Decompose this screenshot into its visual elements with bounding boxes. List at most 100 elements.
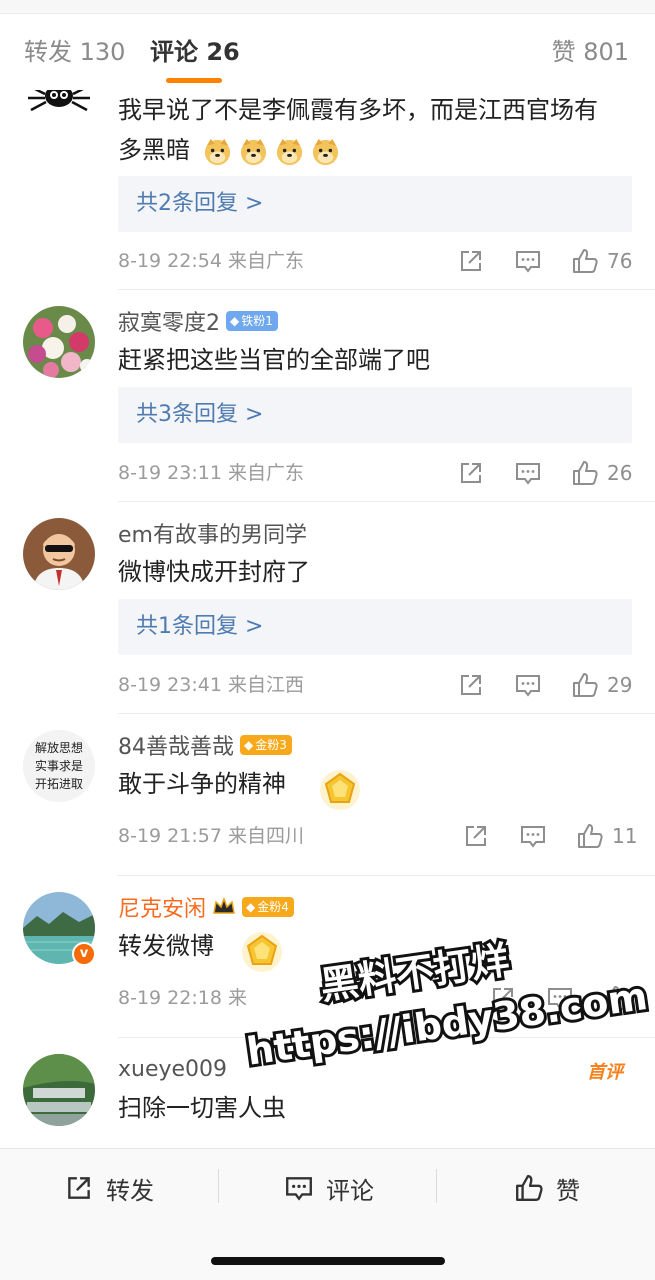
comment-text-tail: 多黑暗 (118, 136, 190, 164)
reply-thread-link[interactable]: 共1条回复 > (118, 599, 632, 655)
reply-button[interactable] (514, 671, 542, 699)
comment-header: em有故事的男同学 (118, 518, 307, 548)
like-count: 11 (612, 824, 638, 848)
avatar[interactable] (23, 1054, 95, 1126)
separator (218, 1169, 219, 1203)
like-count: 76 (607, 249, 633, 273)
comment-feed[interactable]: 我早说了不是李佩霞有多坏，而是江西官场有 多黑暗 共2条回复 > 8-19 22… (0, 90, 655, 1148)
thumbs-up-icon (578, 824, 603, 848)
doge-emoji-icon (204, 138, 230, 165)
username[interactable]: 尼克安闲 (118, 891, 206, 923)
tab-like[interactable]: 赞 801 (552, 36, 629, 68)
comment-meta: 8-19 21:57 来自四川 (118, 825, 304, 847)
flowers-avatar-icon (23, 306, 95, 378)
status-strip (0, 0, 655, 14)
reply-button[interactable] (519, 822, 547, 850)
comment-text: 扫除一切害人虫 (118, 1094, 286, 1122)
fan-badge: ◆ 金粉3 (240, 735, 292, 755)
avatar[interactable] (23, 306, 95, 378)
reply-thread-link[interactable]: 共2条回复 > (118, 176, 632, 232)
gem-sticker-icon (242, 932, 282, 972)
comment-icon (548, 988, 572, 1010)
comment-meta: 8-19 22:18 来 (118, 987, 247, 1009)
diamond-icon: ◆ (230, 314, 240, 328)
reply-thread-link[interactable]: 共3条回复 > (118, 387, 632, 443)
username[interactable]: 84善哉善哉 (118, 729, 234, 761)
like-button[interactable] (602, 984, 638, 1012)
doge-emoji-icon (276, 138, 302, 165)
comment-text: 我早说了不是李佩霞有多坏，而是江西官场有 (118, 96, 598, 124)
comment-icon (286, 1177, 312, 1201)
username[interactable]: xueye009 (118, 1057, 227, 1082)
share-icon (461, 463, 481, 483)
avatar[interactable] (23, 90, 95, 126)
doge-emoji-icon (312, 138, 338, 165)
share-button[interactable] (457, 459, 485, 487)
tab-repost[interactable]: 转发 130 (24, 36, 125, 68)
comment-icon (516, 675, 540, 697)
bottom-comment-label: 评论 (326, 1176, 374, 1205)
share-icon (493, 988, 513, 1008)
comment-text: 微博快成开封府了 (118, 558, 310, 586)
emoji-group (202, 136, 341, 167)
share-icon (461, 251, 481, 271)
bottom-like-label: 赞 (556, 1176, 580, 1205)
reply-button[interactable] (514, 247, 542, 275)
diamond-icon: ◆ (246, 900, 256, 914)
share-icon (461, 675, 481, 695)
reply-button[interactable] (514, 459, 542, 487)
home-indicator[interactable] (211, 1257, 445, 1265)
fan-badge-label: 金粉3 (255, 738, 287, 752)
avatar-text-line3: 开拓进取 (35, 777, 83, 791)
username[interactable]: em有故事的男同学 (118, 517, 307, 549)
diamond-icon: ◆ (244, 738, 254, 752)
like-button[interactable]: 76 (571, 247, 632, 275)
comment-text-line2: 多黑暗 (118, 130, 341, 170)
tab-bar: 转发 130 评论 26 赞 801 (0, 14, 655, 90)
gem-sticker-icon (320, 770, 360, 810)
divider (118, 289, 655, 290)
active-tab-indicator (166, 78, 222, 83)
bottom-comment-button[interactable]: 评论 (284, 1171, 374, 1205)
comment-header: 尼克安闲 ◆ 金粉4 (118, 892, 294, 922)
bottom-like-button[interactable]: 赞 (514, 1171, 580, 1205)
doge-emoji-icon (240, 138, 266, 165)
like-button[interactable]: 29 (571, 671, 632, 699)
comment-icon (516, 463, 540, 485)
calligraphy-avatar-icon: 解放思想 实事求是 开拓进取 (23, 730, 95, 802)
comment-meta: 8-19 23:11 来自广东 (118, 462, 304, 484)
username[interactable]: 寂寞零度2 (118, 305, 220, 337)
separator (436, 1169, 437, 1203)
like-button[interactable]: 11 (576, 822, 637, 850)
avatar-text-line1: 解放思想 (35, 740, 83, 755)
bottom-repost-button[interactable]: 转发 (64, 1171, 154, 1205)
share-icon (68, 1177, 90, 1199)
fan-badge: ◆ 金粉4 (242, 897, 294, 917)
comment-meta: 8-19 22:54 来自广东 (118, 250, 304, 272)
tab-comment[interactable]: 评论 26 (150, 36, 240, 68)
reply-button[interactable] (546, 984, 574, 1012)
cartoon-man-avatar-icon (23, 518, 95, 590)
comment-icon (521, 826, 545, 848)
avatar[interactable] (23, 518, 95, 590)
comment-icon (516, 251, 540, 273)
comment-text: 赶紧把这些当官的全部端了吧 (118, 346, 430, 374)
bottom-repost-label: 转发 (106, 1176, 154, 1205)
like-count: 26 (607, 461, 633, 485)
thumbs-up-icon (604, 986, 629, 1010)
divider (118, 713, 655, 714)
comment-header: xueye009 (118, 1054, 227, 1084)
fan-badge-label: 金粉4 (257, 900, 289, 914)
share-button[interactable] (457, 671, 485, 699)
share-button[interactable] (489, 984, 517, 1012)
avatar[interactable]: 解放思想 实事求是 开拓进取 (23, 730, 95, 802)
share-button[interactable] (462, 822, 490, 850)
divider (118, 501, 655, 502)
comment-text: 转发微博 (118, 932, 214, 960)
like-button[interactable]: 26 (571, 459, 632, 487)
share-button[interactable] (457, 247, 485, 275)
thumbs-up-icon (516, 1175, 543, 1201)
comment-text: 敢于斗争的精神 (118, 770, 286, 798)
divider (118, 1037, 655, 1038)
share-icon (466, 826, 486, 846)
